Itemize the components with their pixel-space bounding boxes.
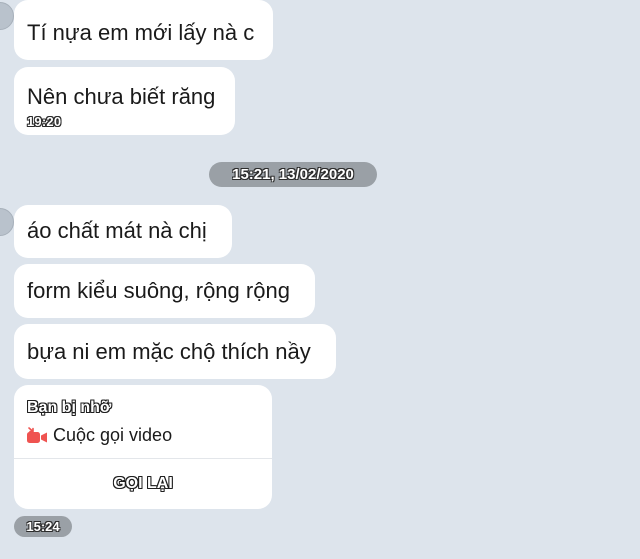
message-bubble[interactable]: Tí nựa em mới lấy nà c [14, 0, 273, 60]
call-type-label: Cuộc gọi video [53, 425, 173, 445]
message-text: form kiểu suông, rộng rộng [27, 278, 290, 303]
message-bubble[interactable]: form kiểu suông, rộng rộng [14, 264, 315, 318]
missed-call-card[interactable]: Bạn bị nhỡ Cuộc gọi video GỌI LẠI [14, 385, 272, 509]
sender-avatar[interactable] [0, 208, 14, 236]
message-text: Tí nựa em mới lấy nà c [27, 20, 255, 45]
message-time: 19:20 [27, 114, 62, 129]
message-bubble[interactable]: Nên chưa biết răng 19:20 [14, 67, 235, 135]
message-time: 15:24 [14, 516, 72, 537]
message-text: áo chất mát nà chị [27, 218, 207, 243]
message-text: bựa ni em mặc chộ thích nầy [27, 339, 311, 364]
date-separator: 15:21, 13/02/2020 [209, 162, 377, 187]
call-type-row: Cuộc gọi video [26, 425, 172, 446]
missed-call-title: Bạn bị nhỡ [27, 399, 112, 416]
missed-video-call-icon [26, 426, 48, 445]
message-bubble[interactable]: bựa ni em mặc chộ thích nầy [14, 324, 336, 379]
message-bubble[interactable]: áo chất mát nà chị [14, 205, 232, 258]
date-separator-text: 15:21, 13/02/2020 [232, 166, 354, 183]
message-text: Nên chưa biết răng [27, 84, 216, 109]
call-back-button[interactable]: GỌI LẠI [14, 459, 272, 509]
sender-avatar[interactable] [0, 2, 14, 30]
message-time-text: 15:24 [26, 519, 60, 534]
